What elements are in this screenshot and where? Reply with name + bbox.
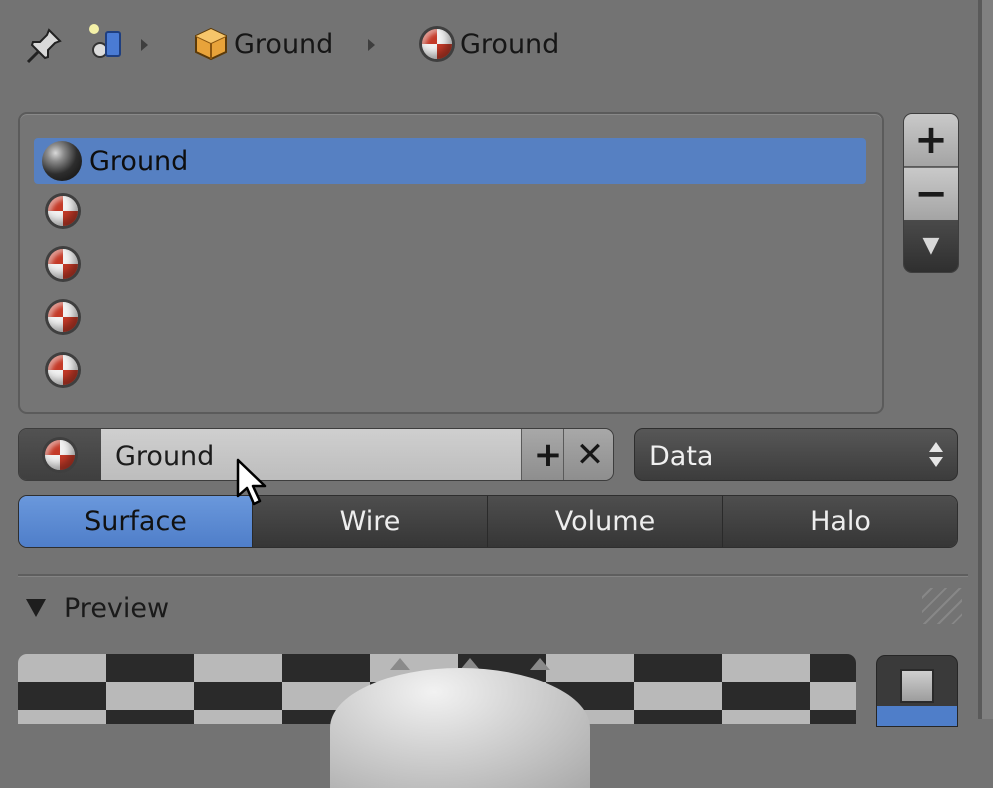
slot-button-column: + − ▼ xyxy=(903,113,959,273)
list-item-material-slot[interactable] xyxy=(34,349,866,395)
material-name-field[interactable]: Ground xyxy=(101,429,521,480)
material-type-tabs: Surface Wire Volume Halo xyxy=(18,495,958,548)
close-icon: ✕ xyxy=(575,434,605,475)
add-slot-button[interactable]: + xyxy=(904,114,958,166)
up-down-arrows-icon xyxy=(929,442,943,468)
pin-icon[interactable] xyxy=(22,24,66,68)
link-dropdown-value: Data xyxy=(649,441,714,472)
link-dropdown[interactable]: Data xyxy=(634,428,958,481)
preview-sphere-button[interactable] xyxy=(877,706,957,726)
list-item-material-slot[interactable] xyxy=(34,190,866,236)
scene-icon xyxy=(86,22,126,64)
material-icon xyxy=(45,439,75,470)
object-cube-icon xyxy=(194,27,228,61)
slot-label: Ground xyxy=(89,146,189,177)
plus-icon: + xyxy=(533,434,563,475)
material-sphere-icon xyxy=(42,141,82,181)
drag-grip-icon[interactable] xyxy=(922,588,962,624)
preview-type-buttons xyxy=(876,655,958,727)
plus-icon: + xyxy=(914,117,948,163)
mouse-cursor-icon xyxy=(236,458,270,514)
preview-flat-icon[interactable] xyxy=(900,669,934,703)
collapse-triangle-icon[interactable] xyxy=(26,599,46,617)
material-name-value: Ground xyxy=(115,441,215,472)
tab-wire[interactable]: Wire xyxy=(252,496,487,547)
slot-specials-menu-button[interactable]: ▼ xyxy=(904,220,958,272)
list-item-material-slot[interactable]: Ground xyxy=(34,138,866,184)
browse-material-button[interactable] xyxy=(19,429,101,480)
unlink-material-button[interactable]: ✕ xyxy=(563,429,613,480)
material-icon xyxy=(48,355,78,385)
material-icon xyxy=(48,249,78,279)
tab-surface[interactable]: Surface xyxy=(19,496,252,547)
material-icon xyxy=(48,302,78,332)
chevron-down-icon: ▼ xyxy=(922,233,940,258)
material-datablock-selector: Ground + ✕ xyxy=(18,428,614,481)
material-icon xyxy=(48,196,78,226)
minus-icon: − xyxy=(914,171,948,217)
breadcrumb-separator-icon xyxy=(141,39,148,51)
remove-slot-button[interactable]: − xyxy=(904,167,958,220)
panel-divider xyxy=(18,574,968,576)
breadcrumb-separator-icon xyxy=(368,39,375,51)
material-icon xyxy=(422,29,452,59)
breadcrumb-material-label: Ground xyxy=(460,29,560,60)
preview-lamps xyxy=(380,655,560,670)
preview-sphere xyxy=(330,668,590,788)
adjacent-region xyxy=(982,0,993,719)
tab-halo[interactable]: Halo xyxy=(722,496,957,547)
list-item-material-slot[interactable] xyxy=(34,296,866,342)
tab-volume[interactable]: Volume xyxy=(487,496,722,547)
preview-panel-title: Preview xyxy=(64,593,170,624)
breadcrumb-object-label: Ground xyxy=(234,29,334,60)
list-item-material-slot[interactable] xyxy=(34,243,866,289)
